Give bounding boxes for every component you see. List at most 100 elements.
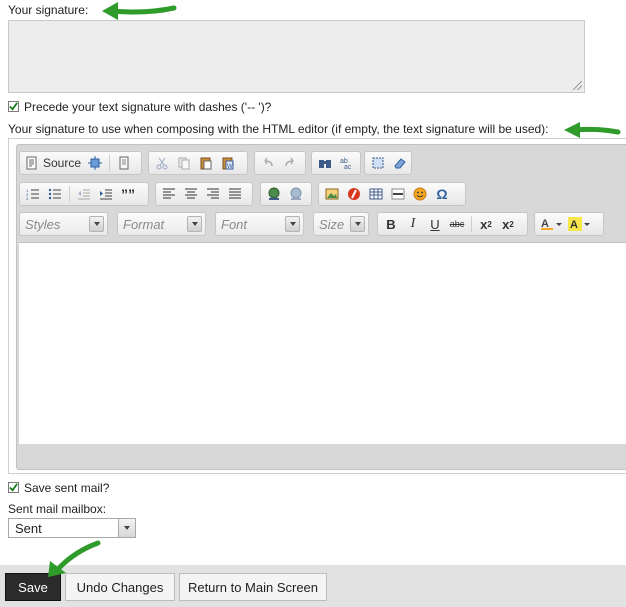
source-button[interactable]: Source [23,153,83,173]
link-icon [268,187,280,200]
justify-button[interactable] [225,184,245,204]
styles-combo-label: Styles [25,216,61,232]
justify-icon [229,188,241,199]
background-color-icon: A [568,217,582,231]
horizontal-rule-button[interactable] [388,184,408,204]
pointer-arrow-icon [102,2,177,20]
bold-button[interactable]: B [381,214,401,234]
binoculars-icon [319,160,331,168]
align-right-button[interactable] [203,184,223,204]
chevron-down-icon [584,222,590,226]
italic-button[interactable]: I [403,214,423,234]
indent-button[interactable] [96,184,116,204]
superscript-base: x [502,216,510,232]
align-center-button[interactable] [181,184,201,204]
blockquote-button[interactable]: ”” [118,184,138,204]
templates-icon [119,156,129,170]
chevron-down-icon [285,216,300,232]
toolbar-group-basic-styles: B I U abc x2 x2 [377,212,528,236]
special-char-button[interactable]: Ω [432,184,452,204]
select-all-icon [372,157,384,169]
toolbar-group-align [155,182,253,206]
precede-dashes-label: Precede your text signature with dashes … [24,100,272,114]
undo-icon [264,157,273,167]
table-icon [369,188,383,200]
toolbar-group-clipboard: W [148,151,248,175]
bullet-list-button[interactable] [45,184,65,204]
svg-text:W: W [227,164,233,170]
cut-icon [156,157,168,170]
eraser-icon [394,158,406,169]
toolbar-group-insert: Ω [318,182,466,206]
underline-button[interactable]: U [425,214,445,234]
remove-format-button[interactable] [390,153,410,173]
sent-mailbox-select[interactable]: Sent [8,518,136,538]
flash-button[interactable] [344,184,364,204]
checkmark-icon [9,102,18,111]
resize-grip-icon[interactable] [573,81,582,90]
chevron-down-icon [350,216,365,232]
outdent-button[interactable] [74,184,94,204]
chevron-down-icon [187,216,202,232]
superscript-index: 2 [509,219,514,229]
outdent-icon [78,189,90,200]
undo-button[interactable] [258,153,278,173]
toolbar-group-find: ab ac [311,151,361,175]
image-button[interactable] [322,184,342,204]
html-signature-label: Your signature to use when composing wit… [8,122,549,136]
cut-button[interactable] [152,153,172,173]
signature-label: Your signature: [8,3,89,17]
return-main-button[interactable]: Return to Main Screen [179,573,327,601]
signature-textarea[interactable] [8,20,585,93]
paste-button[interactable] [196,153,216,173]
smiley-icon [413,187,427,201]
toolbar-group-lists: 123 ”” [19,182,149,206]
paste-word-icon: W [222,157,234,170]
image-icon [325,188,339,200]
text-color-button[interactable]: A [538,214,564,234]
align-left-button[interactable] [159,184,179,204]
pointer-arrow-icon [48,540,101,577]
toolbar-separator [109,155,111,171]
select-all-button[interactable] [368,153,388,173]
chevron-down-icon [89,216,104,232]
copy-button[interactable] [174,153,194,173]
svg-text:A: A [570,219,578,231]
size-combo[interactable]: Size [313,212,369,236]
numbered-list-icon: 123 [26,188,39,201]
redo-icon [285,157,294,167]
source-label: Source [43,156,82,170]
subscript-button[interactable]: x2 [476,214,496,234]
flash-icon [348,188,360,200]
copy-icon [178,157,190,170]
sent-mailbox-label: Sent mail mailbox: [8,502,107,516]
format-combo[interactable]: Format [117,212,206,236]
numbered-list-button[interactable]: 123 [23,184,43,204]
maximize-icon [88,156,103,170]
replace-button[interactable]: ab ac [337,153,357,173]
unlink-button[interactable] [286,184,306,204]
save-sent-checkbox[interactable] [8,482,19,493]
bullet-list-icon [48,188,61,200]
maximize-button[interactable] [85,153,105,173]
strikethrough-button[interactable]: abc [447,214,467,234]
subscript-index: 2 [487,219,492,229]
table-button[interactable] [366,184,386,204]
toolbar-group-history [254,151,306,175]
smiley-button[interactable] [410,184,430,204]
precede-dashes-checkbox[interactable] [8,101,19,112]
toolbar-group-colors: A A [534,212,604,236]
redo-button[interactable] [280,153,300,173]
find-button[interactable] [315,153,335,173]
font-combo[interactable]: Font [215,212,304,236]
paste-word-button[interactable]: W [218,153,238,173]
styles-combo[interactable]: Styles [19,212,108,236]
sent-mailbox-value: Sent [15,521,42,536]
pointer-arrow-icon [564,122,621,138]
superscript-button[interactable]: x2 [498,214,518,234]
background-color-button[interactable]: A [566,214,592,234]
templates-button[interactable] [114,153,134,173]
editor-content-area[interactable] [19,242,626,444]
link-button[interactable] [264,184,284,204]
replace-icon: abac [340,158,352,170]
